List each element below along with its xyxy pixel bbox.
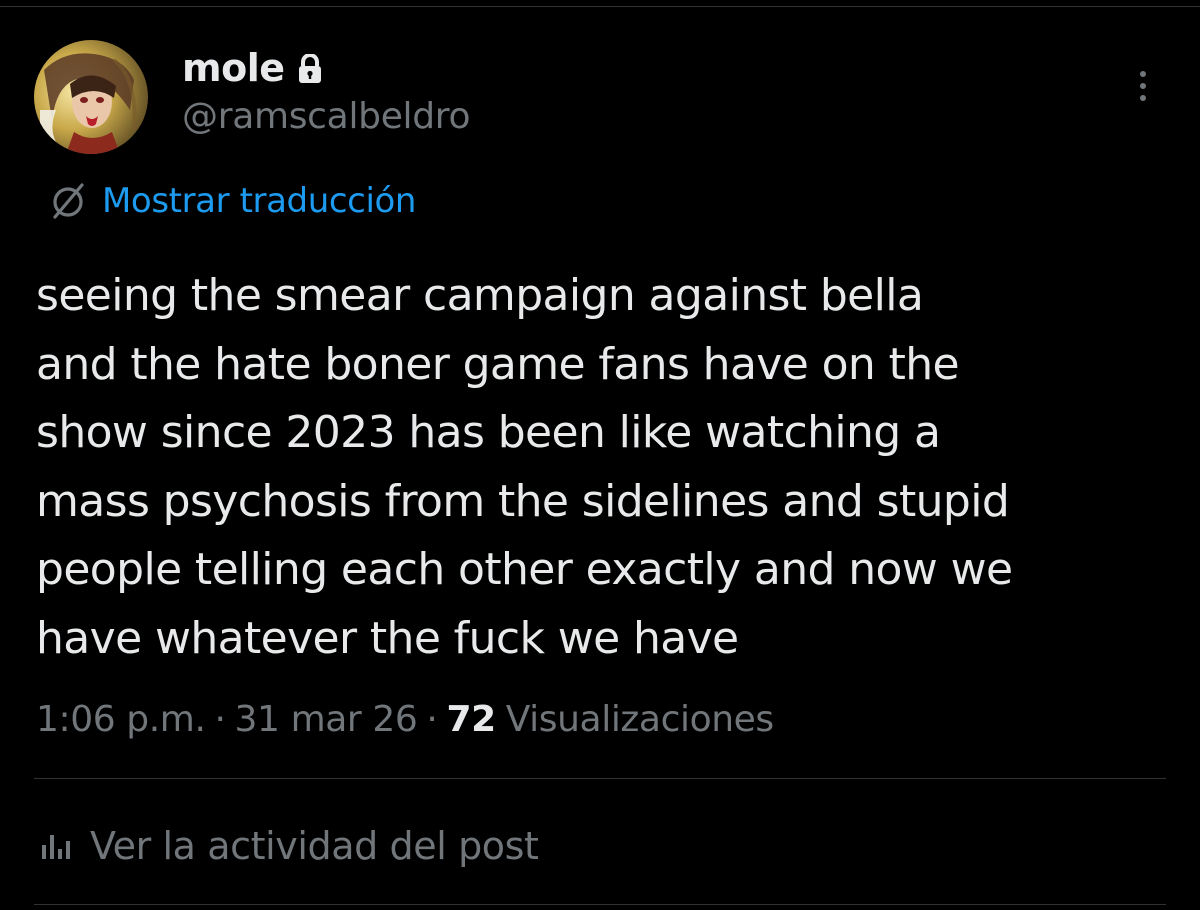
meta-separator-2: · — [426, 698, 438, 740]
show-translation-label: Mostrar traducción — [102, 181, 417, 221]
more-options-button[interactable] — [1128, 66, 1158, 106]
view-post-activity-link[interactable]: Ver la actividad del post — [40, 820, 539, 872]
post-date[interactable]: 31 mar 26 — [235, 699, 418, 740]
user-name-row: mole — [182, 44, 323, 92]
divider — [34, 778, 1166, 779]
analytics-icon — [42, 835, 70, 859]
post-meta: 1:06 p.m. · 31 mar 26 · 72 Visualizacion… — [36, 694, 774, 744]
meta-separator: · — [214, 698, 226, 740]
bottom-divider — [34, 904, 1166, 905]
avatar[interactable] — [34, 40, 148, 154]
views-count: 72 — [446, 698, 496, 740]
globe-strike-icon — [53, 183, 84, 219]
user-handle[interactable]: @ramscalbeldro — [182, 96, 471, 137]
post-text: seeing the smear campaign against bella … — [36, 270, 1013, 664]
view-post-activity-label: Ver la actividad del post — [90, 824, 539, 868]
avatar-image — [34, 40, 148, 154]
display-name[interactable]: mole — [182, 46, 285, 90]
post-time[interactable]: 1:06 p.m. — [36, 699, 206, 740]
views-label: Visualizaciones — [505, 698, 774, 740]
top-divider — [0, 6, 1200, 7]
show-translation-link[interactable]: Mostrar traducción — [48, 178, 416, 224]
lock-icon — [298, 54, 321, 83]
more-options-icon — [1140, 71, 1146, 77]
